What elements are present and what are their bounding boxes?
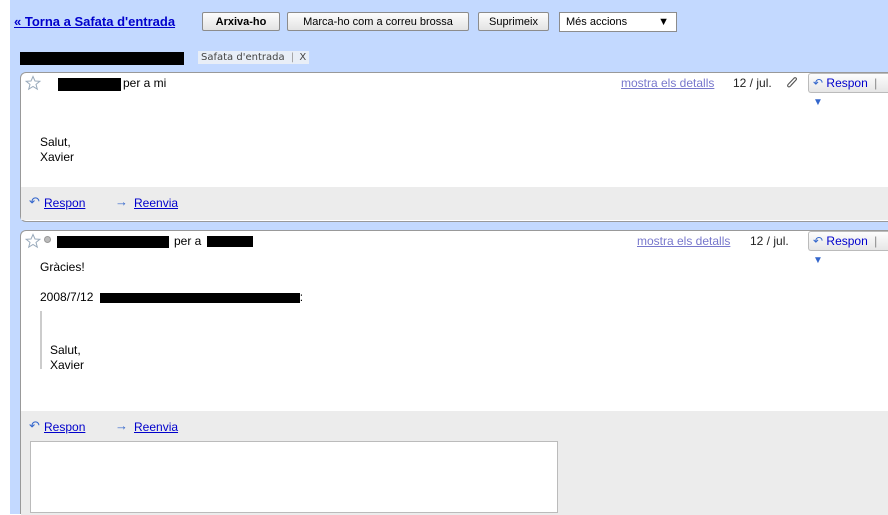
message-card: per a mostra els detalls 12 / jul. ↶ Res… [20, 230, 888, 515]
label-chip-inbox: Safata d'entrada | X [198, 51, 310, 64]
delete-button[interactable]: Suprimeix [478, 12, 549, 31]
reply-arrow-icon: ↶ [29, 194, 40, 209]
dropdown-arrow-icon: ▼ [658, 16, 669, 28]
body-line: Xavier [40, 150, 75, 164]
label-chip-text: Safata d'entrada [201, 52, 285, 63]
quoted-line: Xavier [50, 358, 85, 372]
reply-label: Respon [826, 76, 868, 90]
redacted-sender [58, 78, 121, 91]
reply-options-arrow-icon[interactable]: ▼ [813, 97, 823, 108]
message-date: 12 / jul. [750, 234, 789, 248]
star-icon[interactable] [25, 233, 41, 249]
quote-header-colon: : [299, 290, 304, 304]
quoted-line: Salut, [50, 343, 81, 357]
message-body: Salut, Xavier [40, 135, 74, 165]
back-to-inbox-link[interactable]: « Torna a Safata d'entrada [14, 14, 175, 29]
reply-label: Respon [826, 234, 868, 248]
top-toolbar: « Torna a Safata d'entrada Arxiva-ho Mar… [10, 10, 888, 34]
report-spam-button[interactable]: Marca-ho com a correu brossa [287, 12, 469, 31]
quick-reply-textarea[interactable] [30, 441, 558, 513]
footer-forward-link[interactable]: Reenvia [134, 420, 178, 434]
more-actions-label: Més accions [566, 16, 628, 28]
subject-row: Safata d'entrada | X [10, 44, 888, 70]
show-details-link[interactable]: mostra els detalls [637, 234, 730, 248]
reply-separator: | [874, 76, 878, 90]
reply-button[interactable]: ↶ Respon | ▼ [808, 73, 888, 108]
redacted-sender [57, 236, 169, 248]
paperclip-icon [787, 77, 798, 88]
quote-bar [40, 311, 42, 369]
more-actions-select[interactable]: Més accions ▼ [559, 12, 677, 32]
reply-arrow-icon: ↶ [29, 418, 40, 433]
message-date: 12 / jul. [733, 76, 772, 90]
footer-forward-link[interactable]: Reenvia [134, 196, 178, 210]
redacted-recipient [207, 236, 253, 247]
redacted-subject [20, 52, 184, 65]
reply-button[interactable]: ↶ Respon | ▼ [808, 231, 888, 266]
reply-options-arrow-icon[interactable]: ▼ [813, 255, 823, 266]
footer-reply-link[interactable]: Respon [44, 420, 85, 434]
message-footer: ↶ Respon → Reenvia [21, 187, 888, 220]
footer-reply-link[interactable]: Respon [44, 196, 85, 210]
quoted-text: Salut, Xavier [50, 343, 84, 373]
message-body: Gràcies! [40, 260, 85, 274]
body-line: Salut, [40, 135, 71, 149]
show-details-link[interactable]: mostra els detalls [621, 76, 714, 90]
forward-arrow-icon: → [115, 418, 128, 433]
reply-arrow-icon: ↶ [813, 76, 824, 90]
label-chip-divider: | [290, 52, 295, 63]
reply-arrow-icon: ↶ [813, 234, 824, 248]
conversation-frame: « Torna a Safata d'entrada Arxiva-ho Mar… [10, 0, 888, 515]
quote-header: 2008/7/12 : [40, 290, 303, 305]
forward-arrow-icon: → [115, 194, 128, 209]
redacted-quote-author [99, 292, 300, 303]
message-card: per a mi mostra els detalls 12 / jul. ↶ … [20, 72, 888, 222]
reply-separator: | [874, 234, 878, 248]
archive-button[interactable]: Arxiva-ho [202, 12, 280, 31]
presence-dot-icon [44, 236, 51, 243]
quote-header-date: 2008/7/12 [40, 290, 94, 304]
star-icon[interactable] [25, 75, 41, 91]
remove-label-button[interactable]: X [299, 52, 306, 63]
recipient-text: per a mi [123, 76, 167, 90]
recipient-text: per a [174, 234, 202, 248]
